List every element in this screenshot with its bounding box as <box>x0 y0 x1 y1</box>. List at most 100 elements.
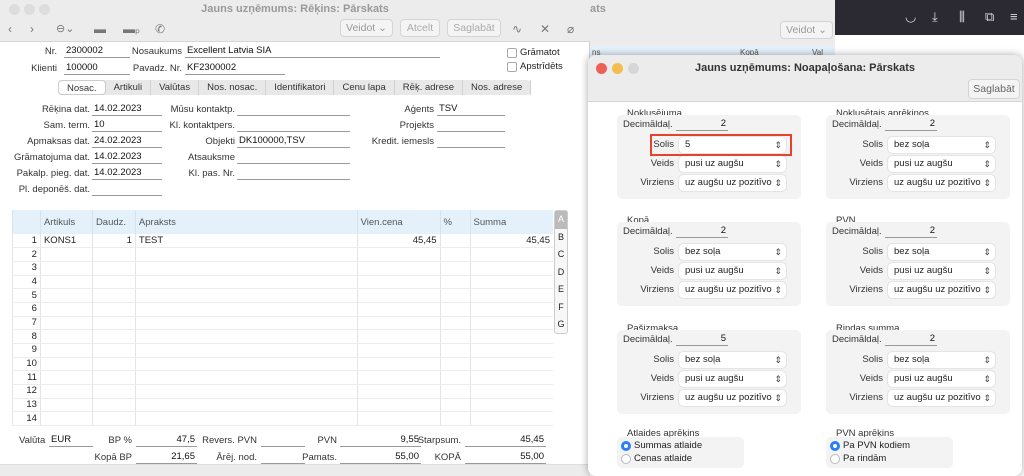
table-cell[interactable] <box>469 302 553 317</box>
cancel-button[interactable]: Atcelt <box>400 19 440 37</box>
table-cell[interactable] <box>134 384 358 399</box>
table-cell[interactable] <box>134 302 358 317</box>
table-cell[interactable] <box>356 343 441 358</box>
table-cell[interactable] <box>91 411 136 427</box>
table-cell[interactable] <box>469 261 553 276</box>
table-cell[interactable] <box>356 384 441 399</box>
direction-select[interactable]: uz augšu uz pozitīvo ⇕ <box>888 390 995 406</box>
table-cell[interactable] <box>469 288 553 303</box>
phone-icon[interactable]: ✆ <box>155 22 165 36</box>
table-row[interactable]: 3 <box>12 261 553 276</box>
table-cell[interactable] <box>469 398 553 413</box>
table-cell[interactable]: 9 <box>12 343 41 358</box>
column-set-tab-e[interactable]: E <box>555 281 567 299</box>
table-cell[interactable] <box>469 370 553 386</box>
decimals-field[interactable]: 2 <box>885 118 937 131</box>
table-cell[interactable] <box>469 316 553 331</box>
table-cell[interactable] <box>91 275 136 290</box>
table-cell[interactable] <box>134 288 358 303</box>
table-row[interactable]: 11 <box>12 370 553 386</box>
table-cell[interactable] <box>134 329 358 344</box>
vat-field[interactable]: 9,55 <box>340 434 421 447</box>
direction-select[interactable]: uz augšu uz pozitīvo ⇕ <box>888 175 995 191</box>
table-cell[interactable] <box>39 411 93 427</box>
column-set-tab-f[interactable]: F <box>555 299 567 317</box>
table-cell[interactable] <box>356 316 441 331</box>
expand-icon[interactable]: ✕ <box>540 22 550 36</box>
table-cell[interactable] <box>134 261 358 276</box>
direction-select[interactable]: uz augšu uz pozitīvo ⇕ <box>888 282 995 298</box>
table-cell[interactable] <box>91 370 136 386</box>
save-button[interactable]: Saglabāt <box>968 79 1020 99</box>
table-cell[interactable] <box>356 261 441 276</box>
decimals-field[interactable]: 2 <box>885 225 937 238</box>
radio-button[interactable] <box>830 454 840 464</box>
form-field[interactable]: 14.02.2023 <box>92 103 162 116</box>
table-row[interactable]: 4 <box>12 275 553 290</box>
print-preview-icon[interactable]: ▬ₚ <box>123 22 140 36</box>
type-select[interactable]: pusi uz augšu ⇕ <box>888 156 995 172</box>
decimals-field[interactable]: 2 <box>885 333 937 346</box>
table-cell[interactable] <box>439 329 471 344</box>
tab-r-adrese[interactable]: Rēķ. adrese <box>395 80 464 95</box>
print-icon[interactable]: ▬ <box>94 22 106 36</box>
column-set-tab-d[interactable]: D <box>555 264 567 282</box>
currency-field[interactable]: EUR <box>49 434 93 447</box>
table-cell[interactable] <box>134 398 358 413</box>
base-field[interactable]: 55,00 <box>340 451 421 464</box>
activity-icon[interactable]: ∿ <box>512 22 522 36</box>
column-set-tab-c[interactable]: C <box>555 246 567 264</box>
table-cell[interactable] <box>469 384 553 399</box>
table-cell[interactable]: 4 <box>12 275 41 290</box>
table-cell[interactable]: KONS1 <box>39 234 93 249</box>
form-field[interactable] <box>92 183 162 196</box>
table-cell[interactable] <box>356 357 441 372</box>
client-field[interactable]: 100000 <box>64 62 130 75</box>
post-checkbox[interactable] <box>507 48 517 58</box>
column-set-tab-g[interactable]: G <box>555 316 567 334</box>
table-cell[interactable] <box>91 357 136 372</box>
column-header[interactable]: Summa <box>469 210 553 234</box>
type-select[interactable]: pusi uz augšu ⇕ <box>888 371 995 387</box>
table-cell[interactable] <box>39 357 93 372</box>
table-cell[interactable] <box>439 370 471 386</box>
table-cell[interactable]: 1 <box>91 234 136 249</box>
table-cell[interactable]: 13 <box>12 398 41 413</box>
table-row[interactable]: 13 <box>12 398 553 413</box>
background-create-button[interactable]: Veidot ⌄ <box>780 21 833 39</box>
form-field[interactable]: 14.02.2023 <box>92 151 162 164</box>
tab-val-tas[interactable]: Valūtas <box>151 80 200 95</box>
table-cell[interactable]: 2 <box>12 247 41 262</box>
form-field[interactable] <box>437 135 505 148</box>
type-select[interactable]: pusi uz augšu ⇕ <box>679 156 786 172</box>
tab-cenu-lapa[interactable]: Cenu lapa <box>334 80 395 95</box>
table-cell[interactable] <box>91 343 136 358</box>
table-cell[interactable] <box>39 398 93 413</box>
table-cell[interactable] <box>356 398 441 413</box>
tab-artikuli[interactable]: Artikuli <box>106 80 152 95</box>
step-select[interactable]: bez soļa ⇕ <box>888 352 995 368</box>
table-cell[interactable] <box>134 357 358 372</box>
column-header[interactable]: Vien.cena <box>356 210 441 234</box>
table-cell[interactable] <box>91 247 136 262</box>
tab-identifikatori[interactable]: Identifikatori <box>266 80 335 95</box>
table-cell[interactable]: 7 <box>12 316 41 331</box>
table-cell[interactable] <box>439 247 471 262</box>
radio-button[interactable] <box>621 454 631 464</box>
direction-select[interactable]: uz augšu uz pozitīvo ⇕ <box>679 282 786 298</box>
form-field[interactable] <box>237 119 350 132</box>
table-cell[interactable] <box>91 398 136 413</box>
form-field[interactable]: 14.02.2023 <box>92 167 162 180</box>
waybill-field[interactable]: KF2300002 <box>185 62 285 75</box>
table-cell[interactable] <box>356 247 441 262</box>
total-gp-field[interactable]: 21,65 <box>136 451 197 464</box>
table-cell[interactable] <box>439 357 471 372</box>
attachment-icon[interactable]: ⌀ <box>567 22 574 36</box>
table-cell[interactable] <box>91 302 136 317</box>
table-cell[interactable]: 8 <box>12 329 41 344</box>
form-field[interactable] <box>237 151 350 164</box>
gp-pct-field[interactable]: 47,5 <box>136 434 197 447</box>
form-field[interactable]: TSV <box>437 103 505 116</box>
table-cell[interactable] <box>134 275 358 290</box>
table-cell[interactable] <box>469 275 553 290</box>
